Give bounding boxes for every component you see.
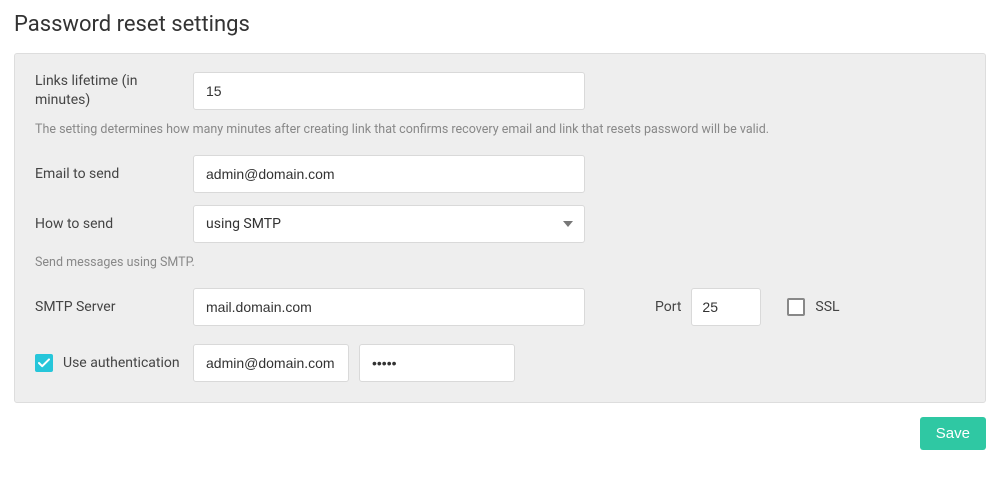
links-lifetime-input[interactable]: [193, 72, 585, 110]
smtp-row: SMTP Server Port SSL: [35, 288, 965, 326]
smtp-server-input[interactable]: [193, 288, 585, 326]
email-to-send-input[interactable]: [193, 155, 585, 193]
links-lifetime-label: Links lifetime (in minutes): [35, 72, 193, 110]
how-to-send-select[interactable]: using SMTP: [193, 205, 585, 243]
links-lifetime-hint: The setting determines how many minutes …: [35, 122, 965, 137]
use-auth-label: Use authentication: [63, 355, 180, 371]
auth-row: Use authentication: [35, 344, 965, 382]
email-to-send-label: Email to send: [35, 165, 193, 184]
how-to-send-row: How to send using SMTP: [35, 205, 965, 243]
settings-panel: Links lifetime (in minutes) The setting …: [14, 53, 986, 403]
save-button[interactable]: Save: [920, 417, 986, 450]
footer: Save: [14, 417, 986, 450]
ssl-label: SSL: [815, 299, 839, 315]
port-label: Port: [655, 299, 681, 315]
ssl-checkbox[interactable]: [787, 298, 805, 316]
how-to-send-label: How to send: [35, 215, 193, 234]
how-to-send-hint: Send messages using SMTP.: [35, 255, 965, 270]
how-to-send-value: using SMTP: [206, 216, 281, 232]
check-icon: [38, 358, 50, 368]
email-to-send-row: Email to send: [35, 155, 965, 193]
links-lifetime-row: Links lifetime (in minutes): [35, 72, 965, 110]
use-auth-checkbox[interactable]: [35, 354, 53, 372]
smtp-server-label: SMTP Server: [35, 298, 193, 317]
auth-username-input[interactable]: [193, 344, 349, 382]
auth-password-input[interactable]: [359, 344, 515, 382]
page-title: Password reset settings: [14, 12, 986, 37]
port-input[interactable]: [691, 288, 761, 326]
